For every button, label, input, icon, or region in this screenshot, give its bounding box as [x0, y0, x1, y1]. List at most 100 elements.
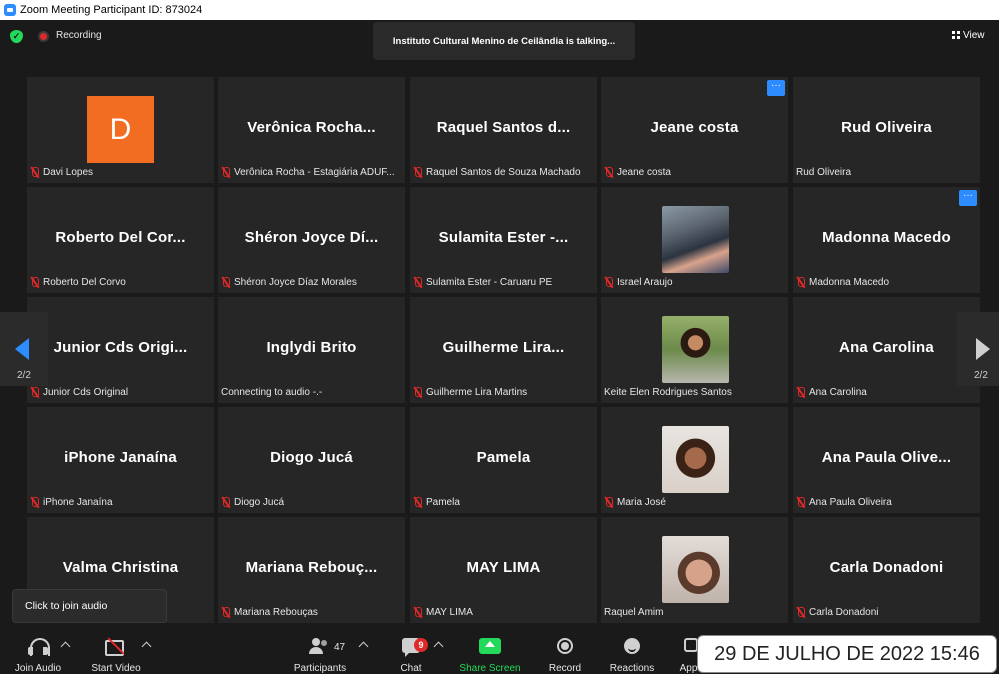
participant-display-name: Guilherme Lira...: [442, 339, 565, 356]
participant-tile[interactable]: MAY LIMA MAY LIMA: [410, 517, 597, 623]
mic-muted-icon: [413, 167, 422, 178]
join-audio-tooltip[interactable]: Click to join audio: [12, 589, 167, 623]
participant-name-label: Guilherme Lira Martins: [413, 385, 527, 400]
participant-tile[interactable]: D Davi Lopes: [27, 77, 214, 183]
participant-display-name: Rud Oliveira: [841, 119, 932, 136]
participant-name-text: Ana Paula Oliveira: [809, 497, 892, 508]
participant-name-text: Diogo Jucá: [234, 497, 285, 508]
participant-tile[interactable]: Madonna Macedo ··· Madonna Macedo: [793, 187, 980, 293]
participant-name-text: Carla Donadoni: [809, 607, 879, 618]
mic-muted-icon: [413, 387, 422, 398]
participant-display-name: Jeane costa: [650, 119, 739, 136]
participant-display-name: Junior Cds Origi...: [53, 339, 188, 356]
participant-display-name: Ana Carolina: [839, 339, 934, 356]
view-label: View: [963, 29, 985, 41]
participant-name-label: Jeane costa: [604, 165, 671, 180]
participant-display-name: iPhone Janaína: [64, 449, 177, 466]
security-shield-icon[interactable]: ✓: [10, 30, 23, 43]
participant-name-label: Verônica Rocha - Estagiária ADUF...: [221, 165, 395, 180]
headphone-icon: [28, 638, 50, 656]
participant-tile[interactable]: Keite Elen Rodrigues Santos: [601, 297, 788, 403]
participant-display-name: Carla Donadoni: [829, 559, 944, 576]
participant-display-name: Inglydi Brito: [266, 339, 357, 356]
window-title: Zoom Meeting Participant ID: 873024: [20, 4, 203, 16]
participant-tile[interactable]: Jeane costa ··· Jeane costa: [601, 77, 788, 183]
mic-muted-icon: [796, 277, 805, 288]
participant-display-name: Diogo Jucá: [270, 449, 353, 466]
participant-name-label: Mariana Rebouças: [221, 605, 318, 620]
participant-tile[interactable]: Diogo Jucá Diogo Jucá: [218, 407, 405, 513]
participant-tile[interactable]: Rud Oliveira Rud Oliveira: [793, 77, 980, 183]
timestamp-overlay: 29 DE JULHO DE 2022 15:46: [697, 635, 997, 673]
more-options-button[interactable]: ···: [959, 190, 977, 206]
participant-display-name: Ana Paula Olive...: [821, 449, 952, 466]
chat-options-chevron-icon[interactable]: [433, 641, 444, 652]
next-page-button[interactable]: 2/2: [957, 312, 999, 386]
participant-name-label: Israel Araujo: [604, 275, 673, 290]
mic-muted-icon: [604, 167, 613, 178]
participant-tile[interactable]: Inglydi Brito Connecting to audio -.-: [218, 297, 405, 403]
participant-tile[interactable]: Ana Carolina Ana Carolina: [793, 297, 980, 403]
participant-tile[interactable]: Sulamita Ester -... Sulamita Ester - Caru…: [410, 187, 597, 293]
participant-name-text: Shéron Joyce Díaz Morales: [234, 277, 357, 288]
participant-name-text: Maria José: [617, 497, 666, 508]
participant-count: 47: [334, 642, 346, 653]
participant-tile[interactable]: Carla Donadoni Carla Donadoni: [793, 517, 980, 623]
mic-muted-icon: [413, 277, 422, 288]
participant-display-name: Raquel Santos d...: [436, 119, 571, 136]
mic-muted-icon: [796, 497, 805, 508]
participant-tile[interactable]: Guilherme Lira... Guilherme Lira Martins: [410, 297, 597, 403]
participant-name-label: Sulamita Ester - Caruaru PE: [413, 275, 552, 290]
participant-name-text: Mariana Rebouças: [234, 607, 318, 618]
participant-name-text: Ana Carolina: [809, 387, 867, 398]
participant-name-label: MAY LIMA: [413, 605, 473, 620]
participant-tile[interactable]: Raquel Santos d... Raquel Santos de Souza…: [410, 77, 597, 183]
participant-name-text: Sulamita Ester - Caruaru PE: [426, 277, 553, 288]
participant-name-label: Raquel Amim: [604, 605, 663, 620]
mic-muted-icon: [796, 387, 805, 398]
share-screen-button[interactable]: Share Screen: [456, 630, 524, 674]
participant-name-label: Carla Donadoni: [796, 605, 879, 620]
participant-display-name: Sulamita Ester -...: [438, 229, 569, 246]
join-audio-label: Join Audio: [14, 663, 62, 674]
participant-tile[interactable]: Shéron Joyce Dí... Shéron Joyce Díaz Mora…: [218, 187, 405, 293]
more-options-button[interactable]: ···: [767, 80, 785, 96]
join-audio-button[interactable]: Join Audio: [8, 630, 68, 674]
view-button[interactable]: View: [952, 26, 985, 44]
participant-name-label: Keite Elen Rodrigues Santos: [604, 385, 732, 400]
participant-tile[interactable]: Pamela Pamela: [410, 407, 597, 513]
participant-display-name: MAY LIMA: [466, 559, 541, 576]
participant-name-text: Davi Lopes: [43, 167, 94, 178]
mic-muted-icon: [30, 277, 39, 288]
participant-tile[interactable]: iPhone Janaína iPhone Janaína: [27, 407, 214, 513]
participants-icon: [307, 638, 329, 654]
recording-label: Recording: [56, 30, 102, 41]
participant-tile[interactable]: Israel Araujo: [601, 187, 788, 293]
arrow-left-icon: [15, 338, 29, 360]
record-button[interactable]: Record: [541, 630, 589, 674]
participant-tile[interactable]: Mariana Rebouç... Mariana Rebouças: [218, 517, 405, 623]
participant-display-name: Madonna Macedo: [822, 229, 951, 246]
mic-muted-icon: [413, 607, 422, 618]
participant-display-name: Valma Christina: [62, 559, 179, 576]
participants-options-chevron-icon[interactable]: [358, 641, 369, 652]
meeting-topbar: ✓ Recording Instituto Cultural Menino de…: [0, 20, 999, 60]
participant-photo: [662, 536, 729, 603]
mic-muted-icon: [604, 277, 613, 288]
participant-photo: [662, 426, 729, 493]
participant-name-label: Ana Carolina: [796, 385, 867, 400]
participant-name-label: Ana Paula Oliveira: [796, 495, 892, 510]
participant-name-label: Pamela: [413, 495, 460, 510]
participant-tile[interactable]: Raquel Amim: [601, 517, 788, 623]
participant-tile[interactable]: Maria José: [601, 407, 788, 513]
participant-tile[interactable]: Verônica Rocha... Verônica Rocha - Estagi…: [218, 77, 405, 183]
participant-tile[interactable]: Roberto Del Cor... Roberto Del Corvo: [27, 187, 214, 293]
participant-name-text: MAY LIMA: [426, 607, 473, 618]
participant-name-text: Keite Elen Rodrigues Santos: [604, 387, 732, 398]
participant-tile[interactable]: Junior Cds Origi... Junior Cds Original: [27, 297, 214, 403]
participant-name-text: Rud Oliveira: [796, 167, 852, 178]
start-video-button[interactable]: Start Video: [84, 630, 148, 674]
participant-tile[interactable]: Ana Paula Olive... Ana Paula Oliveira: [793, 407, 980, 513]
previous-page-button[interactable]: 2/2: [0, 312, 48, 386]
reactions-button[interactable]: Reactions: [604, 630, 660, 674]
